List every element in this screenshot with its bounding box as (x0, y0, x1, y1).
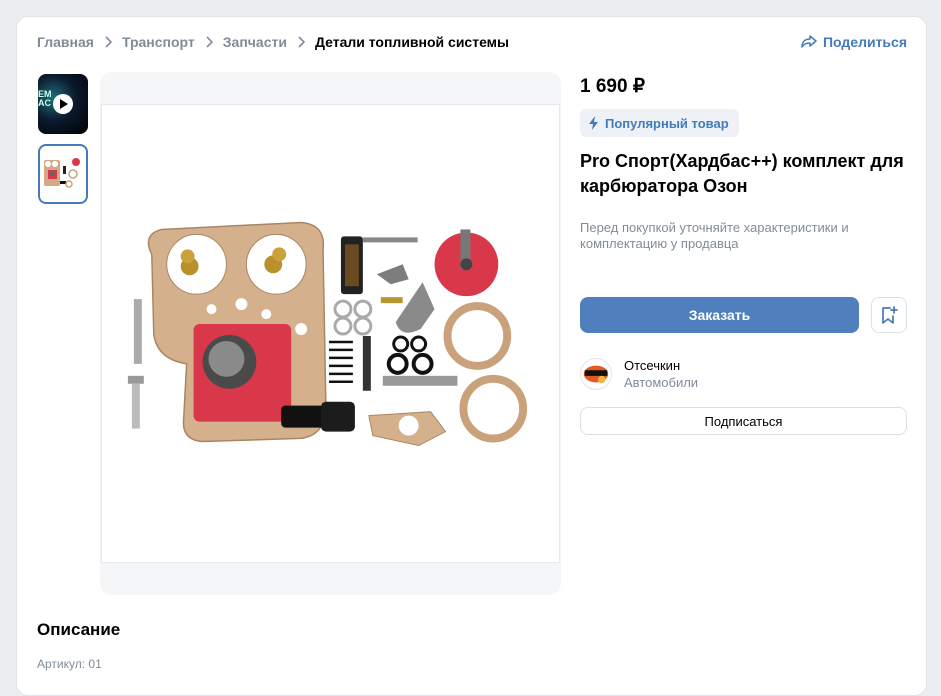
chevron-right-icon (195, 36, 223, 48)
product-photo[interactable] (101, 104, 560, 563)
gallery (100, 72, 561, 595)
breadcrumb-transport[interactable]: Транспорт (122, 34, 195, 50)
share-label: Поделиться (822, 34, 907, 50)
subscribe-button[interactable]: Подписаться (580, 407, 907, 435)
seller-note: Перед покупкой уточняйте характеристики … (580, 220, 849, 251)
bookmark-button[interactable] (871, 297, 907, 333)
lightning-icon (589, 116, 598, 130)
chevron-right-icon (287, 36, 315, 48)
thumbnail-video[interactable]: ЕМ AC (38, 74, 88, 134)
thumbnail-video-text: ЕМ AC (38, 89, 52, 108)
breadcrumb: Главная Транспорт Запчасти Детали топлив… (37, 34, 509, 50)
order-button[interactable]: Заказать (580, 297, 859, 333)
breadcrumb-current: Детали топливной системы (314, 34, 509, 50)
carburetor-kit-image (127, 221, 528, 447)
share-icon (801, 35, 817, 48)
description-heading: Описание (37, 620, 121, 639)
share-button[interactable]: Поделиться (801, 34, 907, 50)
article-number: Артикул: 01 (37, 657, 102, 671)
product-card: Главная Транспорт Запчасти Детали топлив… (16, 16, 927, 696)
seller-avatar[interactable] (580, 358, 612, 390)
bookmark-add-icon (882, 306, 898, 324)
carburetor-kit-thumbnail-image (44, 158, 80, 188)
play-icon (53, 94, 73, 114)
seller-info[interactable]: Отсечкин Автомобили (580, 357, 698, 391)
seller-name[interactable]: Отсечкин (624, 357, 698, 374)
product-title: Pro Спорт(Хардбас++) комплект для карбюр… (580, 151, 904, 196)
seller-logo-icon (583, 365, 609, 384)
thumbnail-list: ЕМ AC (38, 74, 88, 214)
breadcrumb-home[interactable]: Главная (37, 34, 94, 50)
chevron-right-icon (94, 36, 122, 48)
seller-category: Автомобили (624, 375, 699, 390)
popular-badge: Популярный товар (580, 109, 739, 137)
breadcrumb-parts[interactable]: Запчасти (223, 34, 287, 50)
thumbnail-photo[interactable] (38, 144, 88, 204)
popular-badge-label: Популярный товар (605, 115, 729, 131)
price: 1 690 ₽ (580, 76, 645, 97)
